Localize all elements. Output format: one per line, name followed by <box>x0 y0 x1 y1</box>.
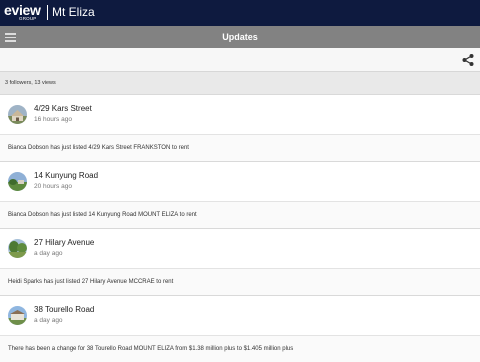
feed-item[interactable]: 38 Tourello Road a day ago There has bee… <box>0 295 480 362</box>
toolbar <box>0 48 480 72</box>
feed-item[interactable]: 4/29 Kars Street 16 hours ago Bianca Dob… <box>0 94 480 161</box>
feed-item-header[interactable]: 38 Tourello Road a day ago <box>0 296 480 336</box>
brand-bar: eview GROUP Mt Eliza <box>0 0 480 26</box>
page-title: Updates <box>222 32 258 42</box>
property-avatar-icon <box>8 105 27 124</box>
feed-item-message: Heidi Sparks has just listed 27 Hilary A… <box>0 269 480 295</box>
feed-item-header[interactable]: 14 Kunyung Road 20 hours ago <box>0 162 480 202</box>
title-bar: Updates <box>0 26 480 48</box>
feed-item-header[interactable]: 4/29 Kars Street 16 hours ago <box>0 95 480 135</box>
feed-item-title[interactable]: 4/29 Kars Street <box>34 104 92 114</box>
brand-divider <box>47 5 48 20</box>
feed-item-title[interactable]: 38 Tourello Road <box>34 305 94 315</box>
feed-item-message: There has been a change for 38 Tourello … <box>0 336 480 362</box>
feed-item-time: 20 hours ago <box>34 183 72 190</box>
feed-item-time: a day ago <box>34 317 63 324</box>
feed-item[interactable]: 27 Hilary Avenue a day ago Heidi Sparks … <box>0 228 480 295</box>
hamburger-menu-icon[interactable] <box>5 33 16 42</box>
feed-item-message: Bianca Dobson has just listed 4/29 Kars … <box>0 135 480 161</box>
feed-item-time: 16 hours ago <box>34 116 72 123</box>
feed-item-time: a day ago <box>34 250 63 257</box>
feed-item-header[interactable]: 27 Hilary Avenue a day ago <box>0 229 480 269</box>
property-avatar-icon <box>8 172 27 191</box>
brand-logo-sub: GROUP <box>19 16 37 21</box>
feed-item-title[interactable]: 14 Kunyung Road <box>34 171 98 181</box>
followers-views-count: 3 followers, 13 views <box>5 80 56 86</box>
updates-feed: 4/29 Kars Street 16 hours ago Bianca Dob… <box>0 94 480 362</box>
feed-item-message: Bianca Dobson has just listed 14 Kunyung… <box>0 202 480 228</box>
share-icon[interactable] <box>461 53 475 67</box>
feed-item[interactable]: 14 Kunyung Road 20 hours ago Bianca Dobs… <box>0 161 480 228</box>
feed-item-title[interactable]: 27 Hilary Avenue <box>34 238 94 248</box>
brand-office-name: Mt Eliza <box>52 5 95 19</box>
property-avatar-icon <box>8 306 27 325</box>
property-avatar-icon <box>8 239 27 258</box>
brand-logo: eview <box>4 2 41 18</box>
